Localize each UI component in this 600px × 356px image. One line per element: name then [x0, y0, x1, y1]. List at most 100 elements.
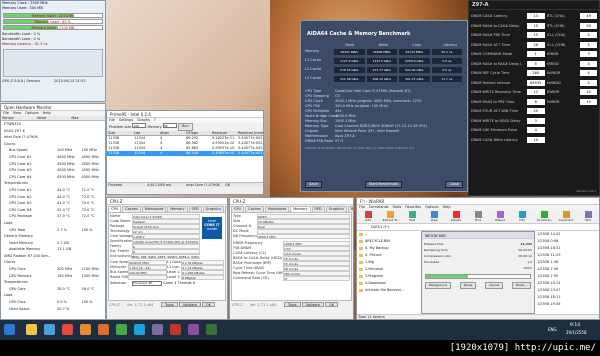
browser-icon[interactable]: [62, 324, 73, 335]
aida-button-1[interactable]: Start Benchmark: [364, 181, 403, 188]
z97-right-value[interactable]: 49: [580, 13, 597, 19]
z97-left-value[interactable]: 20: [526, 108, 545, 114]
wr-file-row[interactable]: 0. My Backup: [357, 245, 419, 252]
z97-left-value[interactable]: 1: [526, 51, 545, 57]
language-indicator[interactable]: ENG: [548, 327, 557, 332]
cpuz1-ok-button[interactable]: OK: [201, 302, 216, 307]
problem-size-input[interactable]: 10K: [132, 123, 147, 128]
wr-tool-0[interactable]: Add: [357, 210, 379, 223]
start-button[interactable]: [4, 324, 15, 335]
hwmonitor-window[interactable]: Open Hardware Monitor File View Options Hel…: [0, 103, 106, 320]
clock-time[interactable]: 9:14: [570, 323, 580, 328]
wr-file-row[interactable]: 3.Program: [357, 273, 419, 280]
wr-file-row[interactable]: 1.Big: [357, 259, 419, 266]
skype-icon[interactable]: [134, 324, 145, 335]
p95-col-4[interactable]: Residual: [211, 131, 237, 135]
p95-col-3[interactable]: GFlops: [185, 131, 211, 135]
wr-tool-5[interactable]: Find: [467, 210, 489, 223]
cpuz2-tab-6[interactable]: Bench: [348, 206, 353, 212]
p95-col-5[interactable]: Residual (norm.): [237, 131, 263, 135]
wr-file-row[interactable]: Activate file Recover...: [357, 287, 419, 294]
z97-left-value[interactable]: 5: [526, 60, 545, 67]
z97-right-value[interactable]: 5: [580, 79, 597, 86]
z97-right-value[interactable]: 4: [580, 70, 597, 76]
cpuz1-tools-button[interactable]: Tools: [161, 302, 178, 307]
wr-file-row[interactable]: 2.Personal: [357, 266, 419, 273]
wr-tool-9[interactable]: Comment: [555, 210, 577, 223]
wr-tool-8[interactable]: VirusScan: [533, 210, 555, 223]
cpuz2-ok-button[interactable]: OK: [324, 302, 339, 307]
z97-window[interactable]: Z97-A DRAM CAS# Latency 13 DRAM RAS# to CA…: [468, 0, 600, 196]
wr-file-row[interactable]: ..: [357, 231, 419, 238]
z97-right-value[interactable]: 50: [580, 22, 597, 29]
z97-right-value[interactable]: 4: [580, 60, 597, 67]
wr-file-row[interactable]: $RECYCLE.BIN: [357, 238, 419, 245]
hw-col-0[interactable]: Sensor: [1, 116, 36, 120]
cpuz2-tab-1[interactable]: Caches: [245, 206, 264, 212]
p95-row[interactable]: 11338 11344 4 66.516 4.49853e-10 3.44077e-002: [107, 151, 263, 156]
z97-left-value[interactable]: 6: [526, 98, 545, 105]
z97-left-value[interactable]: 28: [526, 41, 545, 48]
hwmonitor-task-icon[interactable]: [206, 324, 217, 335]
cpuz-memory-window[interactable]: CPU-Z CPU Caches Mainboard Memory SPD Graphic…: [229, 197, 354, 320]
cpuz2-tab-2[interactable]: Mainboard: [264, 206, 290, 212]
aida-button-2[interactable]: Close: [445, 181, 463, 188]
store-icon[interactable]: [44, 324, 55, 335]
z97-left-value[interactable]: 15: [526, 22, 545, 29]
explorer-icon[interactable]: [26, 324, 37, 335]
z97-left-value[interactable]: 4: [526, 127, 545, 133]
z97-right-value[interactable]: 5: [580, 32, 597, 38]
cpuz2-validate-button[interactable]: Validate: [301, 302, 324, 307]
aida-task-icon[interactable]: [170, 324, 181, 335]
wr-file-row[interactable]: 0. Picture: [357, 252, 419, 259]
aida-window[interactable]: AIDA64 Cache & Memory Benchmark Read Writ…: [300, 20, 468, 192]
memory-input[interactable]: 8K: [162, 123, 177, 128]
wr-tool-4[interactable]: Delete: [445, 210, 467, 223]
wr-dialog-button-2[interactable]: Cancel: [485, 282, 504, 289]
z97-left-value[interactable]: 280: [526, 70, 545, 76]
run-button[interactable]: Run: [177, 123, 193, 131]
media-icon[interactable]: [80, 324, 91, 335]
wr-dialog-button-0[interactable]: Background: [425, 282, 451, 289]
z97-right-value[interactable]: 10: [580, 89, 597, 95]
p95-col-2[interactable]: Align: [159, 131, 185, 135]
prime95-window[interactable]: Prime95 - Intel 0.2.4 File Settings Graphs…: [106, 110, 264, 195]
winrar-task-icon[interactable]: [188, 324, 199, 335]
z97-left-value[interactable]: 3: [526, 117, 545, 124]
cpuz-task-icon[interactable]: [152, 324, 163, 335]
cpuz2-tab-4[interactable]: SPD: [311, 206, 325, 212]
wr-file-row[interactable]: 4.Download: [357, 280, 419, 287]
wr-path[interactable]: DATA1 (F:): [357, 224, 389, 230]
cpuz1-validate-button[interactable]: Validate: [178, 302, 201, 307]
z97-left-value[interactable]: 15: [526, 32, 545, 38]
z97-left-value[interactable]: 12: [526, 89, 545, 95]
wr-tool-10[interactable]: SFX: [577, 210, 599, 223]
aida-button-0[interactable]: Save: [305, 181, 322, 188]
cpuz-cpu-window[interactable]: CPU-Z CPU Caches Mainboard Memory SPD Graphic…: [106, 197, 228, 320]
clock-date[interactable]: 29/1/2558: [566, 330, 587, 335]
wr-tool-7[interactable]: Info: [511, 210, 533, 223]
cpuz2-tab-3[interactable]: Memory: [290, 206, 311, 212]
winrar-window[interactable]: F:\ - WinRAR File Commands Tools Favorites O…: [356, 197, 600, 320]
hw-col-2[interactable]: Max: [70, 116, 105, 120]
z97-right-value[interactable]: 10: [580, 98, 597, 105]
firefox-icon[interactable]: [98, 324, 109, 335]
selection-dropdown[interactable]: Processor #1: [132, 281, 162, 286]
cpuz2-tab-0[interactable]: CPU: [231, 206, 245, 212]
chrome-icon[interactable]: [116, 324, 127, 335]
cpuz2-tab-5[interactable]: Graphics: [325, 206, 348, 212]
z97-left-value[interactable]: 10: [526, 136, 545, 143]
p95-col-0[interactable]: Size: [107, 131, 133, 135]
wr-tool-2[interactable]: Test: [401, 210, 423, 223]
z97-left-value[interactable]: 13: [526, 13, 545, 19]
cpuz2-tools-button[interactable]: Tools: [284, 302, 301, 307]
z97-right-value[interactable]: 3: [580, 51, 597, 57]
wr-tool-1[interactable]: Extract To: [379, 210, 401, 223]
wr-dialog-button-1[interactable]: Pause: [459, 282, 477, 289]
wr-dialog-button-3[interactable]: Mode...: [511, 282, 531, 289]
z97-right-value[interactable]: 5: [580, 41, 597, 48]
p95-col-1[interactable]: Lda: [133, 131, 159, 135]
hw-col-1[interactable]: Value: [36, 116, 71, 120]
wr-tool-6[interactable]: Wizard: [489, 210, 511, 223]
wr-tool-3[interactable]: View: [423, 210, 445, 223]
